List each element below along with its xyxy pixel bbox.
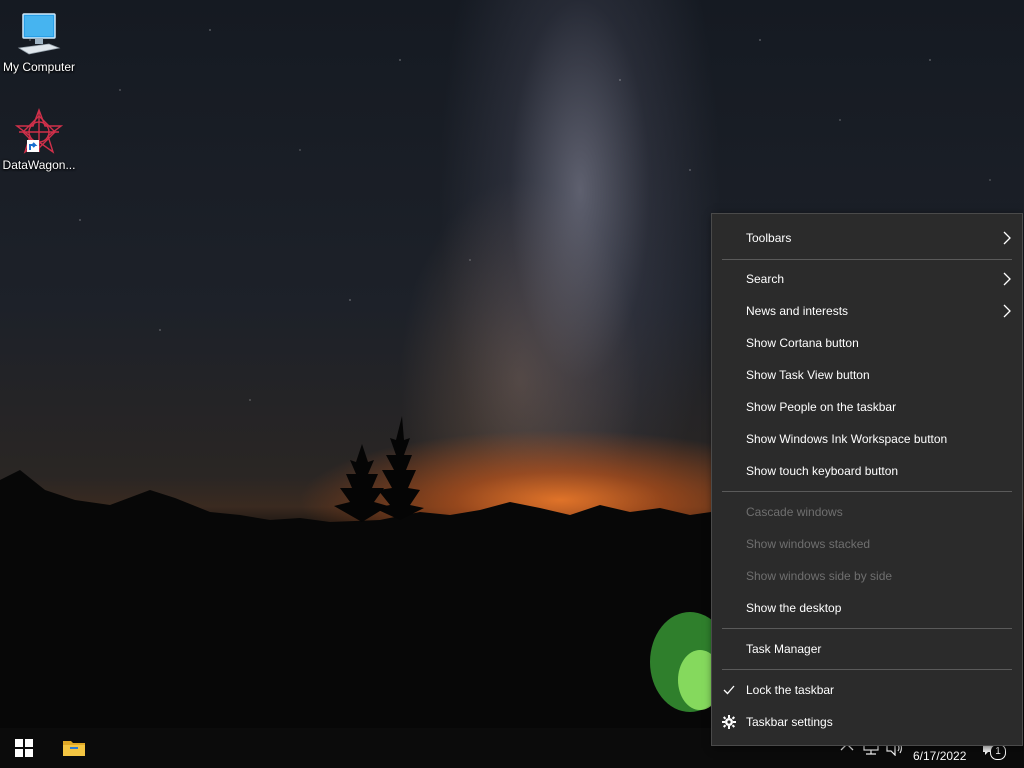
menu-separator <box>722 669 1012 670</box>
taskbar-context-menu: Toolbars Search News and interests Show … <box>711 213 1023 746</box>
gear-icon <box>722 715 736 729</box>
windows-start-icon <box>15 739 33 757</box>
chevron-right-icon <box>1003 231 1011 245</box>
desktop-icon-my-computer[interactable]: My Computer <box>0 10 78 74</box>
menu-separator <box>722 491 1012 492</box>
menu-item-show-the-desktop[interactable]: Show the desktop <box>712 592 1022 624</box>
taskbar-date[interactable]: 6/17/2022 <box>913 749 966 763</box>
menu-item-cascade-windows: Cascade windows <box>746 505 843 519</box>
menu-item-show-windows-side-by-side: Show windows side by side <box>746 569 893 583</box>
desktop-icon-datawagon[interactable]: DataWagon... <box>0 108 78 172</box>
menu-item-show-task-view-button[interactable]: Show Task View button <box>712 359 1022 391</box>
chevron-right-icon <box>1003 272 1011 286</box>
menu-item-show-cortana-button[interactable]: Show Cortana button <box>712 327 1022 359</box>
menu-separator <box>722 259 1012 260</box>
desktop-icon-label: My Computer <box>2 60 76 74</box>
menu-item-task-manager[interactable]: Task Manager <box>712 633 1022 665</box>
menu-item-show-windows-ink[interactable]: Show Windows Ink Workspace button <box>712 423 1022 455</box>
chevron-right-icon <box>1003 304 1011 318</box>
menu-item-show-windows-stacked: Show windows stacked <box>746 537 871 551</box>
datawagon-app-icon <box>14 108 64 156</box>
start-button[interactable] <box>0 728 48 768</box>
menu-item-show-touch-keyboard[interactable]: Show touch keyboard button <box>712 455 1022 487</box>
menu-item-toolbars[interactable]: Toolbars <box>712 222 1022 254</box>
menu-item-taskbar-settings[interactable]: Taskbar settings <box>712 706 1022 738</box>
desktop-icon-label: DataWagon... <box>2 158 76 172</box>
file-explorer-icon <box>63 741 85 756</box>
menu-separator <box>722 628 1012 629</box>
menu-item-show-people[interactable]: Show People on the taskbar <box>712 391 1022 423</box>
monitor-icon <box>15 10 63 58</box>
file-explorer-button[interactable] <box>50 728 98 768</box>
menu-item-news-and-interests[interactable]: News and interests <box>712 295 1022 327</box>
menu-item-search[interactable]: Search <box>712 263 1022 295</box>
menu-item-lock-the-taskbar[interactable]: Lock the taskbar <box>712 674 1022 706</box>
notification-count-badge: 1 <box>990 744 1006 760</box>
checkmark-icon <box>723 685 735 695</box>
